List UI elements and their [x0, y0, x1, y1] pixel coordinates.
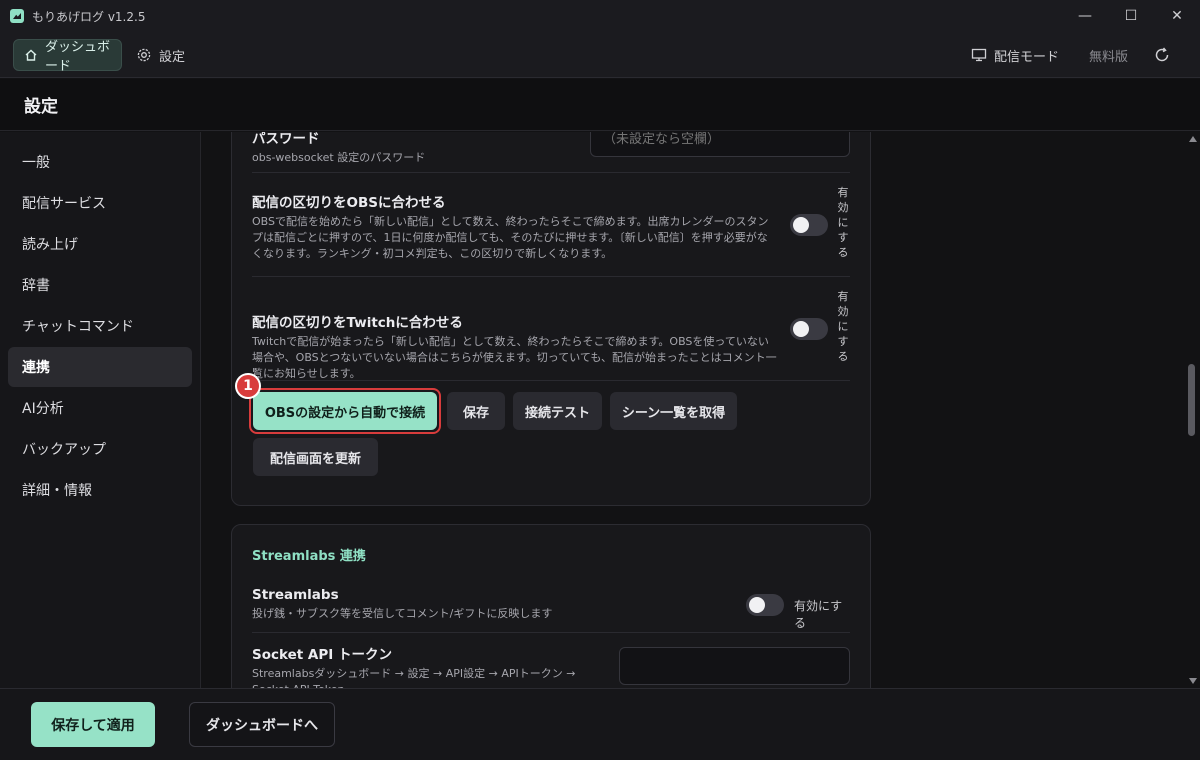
content-scrollbar[interactable]: [1186, 132, 1198, 688]
app-logo-icon: [10, 9, 24, 23]
sidebar-item-streaming-services[interactable]: 配信サービス: [8, 183, 192, 223]
streamlabs-toggle-label: 有効にする: [794, 599, 843, 630]
connection-test-button[interactable]: 接続テスト: [513, 392, 602, 430]
sidebar-item-details-info[interactable]: 詳細・情報: [8, 470, 192, 510]
obs-password-row: パスワード obs-websocket 設定のパスワード: [252, 132, 850, 173]
title-bar: もりあげログ v1.2.5 — ☐ ✕: [0, 0, 1200, 32]
window-controls: — ☐ ✕: [1062, 0, 1200, 32]
refresh-icon[interactable]: [1152, 45, 1172, 65]
page-title: 設定: [24, 97, 58, 117]
page-header: 設定: [0, 79, 1200, 131]
sidebar-item-chat-commands[interactable]: チャットコマンド: [8, 306, 192, 346]
streamlabs-token-row: Socket API トークン Streamlabsダッシュボード → 設定 →…: [252, 643, 850, 688]
split-twitch-row: 配信の区切りをTwitchに合わせる Twitchで配信が始まったら「新しい配信…: [252, 277, 850, 381]
split-twitch-toggle[interactable]: [790, 318, 828, 340]
streamlabs-toggle[interactable]: [746, 594, 784, 616]
split-twitch-desc: Twitchで配信が始まったら「新しい配信」として数え、終わったらそこで締めます…: [252, 335, 777, 380]
nav-right-group: 配信モード 無料版: [971, 39, 1200, 71]
minimize-button[interactable]: —: [1062, 0, 1108, 32]
settings-sidebar: 一般 配信サービス 読み上げ 辞書 チャットコマンド 連携 AI分析 バックアッ…: [0, 132, 201, 688]
nav-settings-button[interactable]: 設定: [136, 39, 185, 71]
nav-dashboard-label: ダッシュボード: [45, 40, 111, 74]
broadcast-mode-label: 配信モード: [993, 49, 1059, 65]
top-nav: ダッシュボード 設定 配信モード 無料版: [0, 32, 1200, 78]
sidebar-item-integrations[interactable]: 連携: [8, 347, 192, 387]
save-and-apply-button[interactable]: 保存して適用: [31, 702, 155, 747]
split-obs-title: 配信の区切りをOBSに合わせる: [252, 195, 446, 211]
socket-token-input[interactable]: [619, 647, 850, 685]
scroll-down-arrow-icon[interactable]: [1189, 678, 1197, 684]
streamlabs-section-title: Streamlabs 連携: [252, 549, 366, 564]
auto-connect-button[interactable]: OBSの設定から自動で接続: [253, 392, 437, 430]
settings-content: パスワード obs-websocket 設定のパスワード 配信の区切りをOBSに…: [202, 132, 1188, 688]
nav-settings-label: 設定: [159, 49, 186, 65]
nav-dashboard-button[interactable]: ダッシュボード: [13, 39, 122, 74]
split-twitch-title: 配信の区切りをTwitchに合わせる: [252, 315, 463, 331]
split-twitch-toggle-label: 有効にする: [837, 290, 849, 363]
refresh-broadcast-screen-button[interactable]: 配信画面を更新: [253, 438, 378, 476]
obs-settings-card: パスワード obs-websocket 設定のパスワード 配信の区切りをOBSに…: [231, 132, 871, 506]
step-badge: 1: [235, 373, 261, 399]
fetch-scenes-button[interactable]: シーン一覧を取得: [610, 392, 737, 430]
window-title: もりあげログ v1.2.5: [32, 9, 146, 24]
socket-token-desc: Streamlabsダッシュボード → 設定 → API設定 → APIトークン…: [252, 667, 576, 688]
split-obs-desc: OBSで配信を始めたら「新しい配信」として数え、終わったらそこで締めます。出席カ…: [252, 215, 769, 260]
scroll-thumb[interactable]: [1188, 364, 1195, 436]
sidebar-item-general[interactable]: 一般: [8, 142, 192, 182]
footer-bar: 保存して適用 ダッシュボードへ: [0, 688, 1200, 760]
sidebar-item-dictionary[interactable]: 辞書: [8, 265, 192, 305]
monitor-icon: [971, 47, 987, 63]
to-dashboard-button[interactable]: ダッシュボードへ: [189, 702, 335, 747]
streamlabs-card: Streamlabs 連携 Streamlabs 投げ銭・サブスク等を受信してコ…: [231, 524, 871, 688]
broadcast-mode-button[interactable]: 配信モード: [971, 46, 1059, 65]
home-icon: [24, 47, 38, 63]
obs-password-input[interactable]: [590, 132, 850, 157]
maximize-button[interactable]: ☐: [1108, 0, 1154, 32]
free-version-badge: 無料版: [1088, 49, 1128, 65]
sidebar-item-backup[interactable]: バックアップ: [8, 429, 192, 469]
close-button[interactable]: ✕: [1154, 0, 1200, 32]
gear-icon: [136, 47, 152, 63]
save-button[interactable]: 保存: [447, 392, 505, 430]
split-obs-toggle-label: 有効にする: [837, 186, 849, 259]
split-obs-row: 配信の区切りをOBSに合わせる OBSで配信を始めたら「新しい配信」として数え、…: [252, 173, 850, 277]
scroll-up-arrow-icon[interactable]: [1189, 136, 1197, 142]
sidebar-item-ai-analysis[interactable]: AI分析: [8, 388, 192, 428]
sidebar-item-text-to-speech[interactable]: 読み上げ: [8, 224, 192, 264]
split-obs-toggle[interactable]: [790, 214, 828, 236]
streamlabs-toggle-row: Streamlabs 投げ銭・サブスク等を受信してコメント/ギフトに反映します …: [252, 587, 850, 633]
